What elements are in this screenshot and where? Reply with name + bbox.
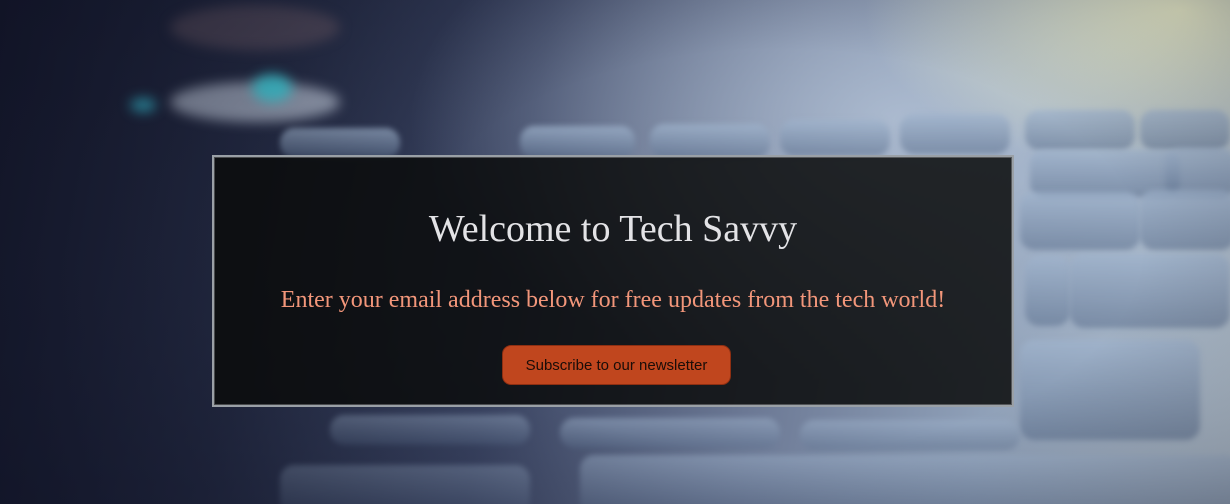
newsletter-panel: Welcome to Tech Savvy Enter your email a… <box>212 155 1014 407</box>
subscribe-button[interactable]: Subscribe to our newsletter <box>502 345 731 385</box>
page-title: Welcome to Tech Savvy <box>428 208 798 250</box>
newsletter-description: Enter your email address below for free … <box>280 287 946 313</box>
